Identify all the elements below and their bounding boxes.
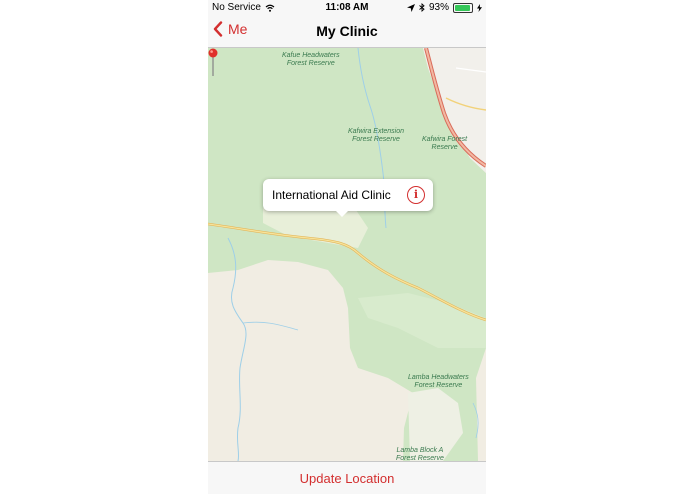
location-arrow-icon bbox=[406, 3, 415, 12]
map-pin-icon[interactable] bbox=[208, 48, 218, 78]
battery-fill bbox=[455, 4, 470, 11]
map-label-lamba-block: Lamba Block A Forest Reserve bbox=[396, 447, 444, 461]
map-terrain bbox=[208, 48, 486, 461]
bottom-toolbar: Update Location bbox=[208, 461, 486, 494]
phone-screen: No Service 11:08 AM 93% Me My Clinic Kaf… bbox=[208, 0, 486, 494]
map-label-kafwira-extension: Kafwira Extension Forest Reserve bbox=[348, 128, 405, 143]
map-label-kafue: Kafue Headwaters Forest Reserve bbox=[282, 52, 340, 67]
callout-tail bbox=[336, 211, 348, 217]
charging-icon bbox=[477, 3, 482, 12]
location-callout[interactable]: International Aid Clinic i bbox=[263, 179, 433, 211]
info-icon[interactable]: i bbox=[407, 186, 425, 204]
bluetooth-icon bbox=[419, 3, 425, 12]
navigation-bar: Me My Clinic bbox=[208, 15, 486, 48]
battery-icon bbox=[453, 2, 473, 13]
status-right: 93% bbox=[406, 2, 482, 13]
update-location-button[interactable]: Update Location bbox=[208, 471, 486, 486]
map-label-lamba-headwaters: Lamba Headwaters Forest Reserve bbox=[408, 374, 469, 389]
map-label-kafwira: Kafwira Forest Reserve bbox=[422, 136, 468, 151]
callout-title: International Aid Clinic bbox=[272, 188, 391, 202]
battery-percent: 93% bbox=[428, 2, 449, 13]
page-title: My Clinic bbox=[316, 23, 378, 39]
map-view[interactable]: Kafue Headwaters Forest Reserve Kafwira … bbox=[208, 48, 486, 461]
status-bar: No Service 11:08 AM 93% bbox=[208, 0, 486, 15]
